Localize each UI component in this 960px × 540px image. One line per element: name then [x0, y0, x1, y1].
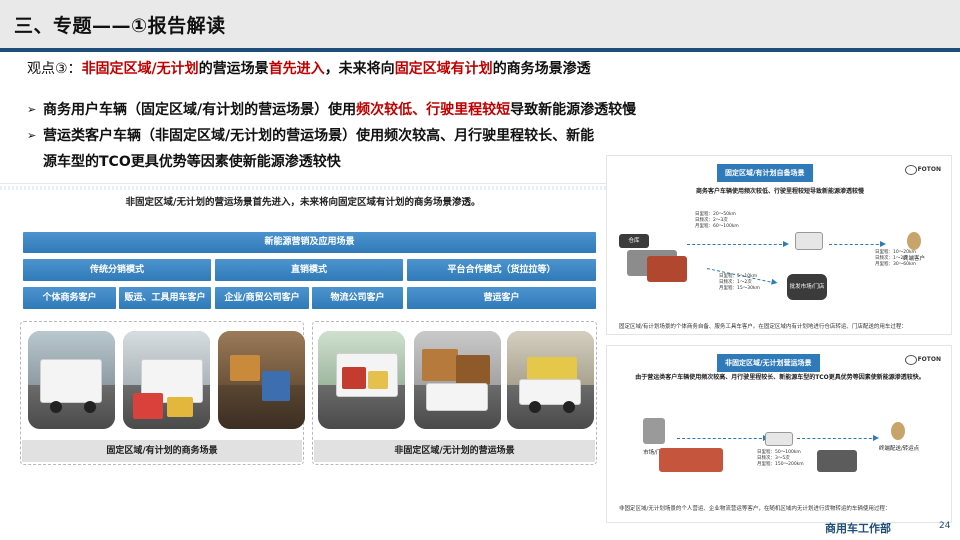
brand-label: FOTON: [917, 166, 941, 173]
bar-platform-cooperation: 平台合作模式（货拉拉等）: [407, 259, 596, 281]
bar-trader-tool-vehicle: 贩运、工具用车客户: [119, 287, 211, 309]
label-fixed-business-scenario: 固定区域/有计划的商务场景: [22, 440, 302, 462]
flow-arrow: [677, 435, 769, 441]
panel-caption: 固定区域/有计划场景的个体商务自备、服务工具车客户。在固定区域内有计划地进行仓店…: [619, 324, 907, 330]
bar-direct-sales: 直销模式: [215, 259, 403, 281]
bar-new-energy-scenarios: 新能源营销及应用场景: [23, 232, 596, 253]
van-icon: [765, 432, 793, 446]
arrow-bullet-icon: ➢: [27, 129, 37, 142]
header-bar: 三、专题——①报告解读: [0, 0, 960, 48]
arrow-bullet-icon: ➢: [27, 103, 37, 116]
page-number: 24: [939, 521, 951, 531]
panel-top-dots: [0, 186, 606, 190]
bar-enterprise-trading: 企业/商贸公司客户: [215, 287, 309, 309]
photo-loaded-van: [318, 331, 405, 429]
node-label: 批发市场/门店: [789, 284, 825, 290]
bar-logistics-company: 物流公司客户: [312, 287, 403, 309]
bar-individual-business: 个体商务客户: [23, 287, 116, 309]
photo-white-van: [28, 331, 115, 429]
bullet-text: 商务用户车辆（固定区域/有计划的营运场景）使用频次较低、行驶里程较短导致新能源渗…: [43, 102, 637, 118]
truck-photo: [659, 448, 723, 472]
bar-operating-customer: 营运客户: [407, 287, 596, 309]
label-nonfixed-operating-scenario: 非固定区域/无计划的营运场景: [314, 440, 595, 462]
viewpoint-highlight-3: 首先进入: [268, 61, 325, 77]
node-label: 终端客户: [902, 256, 925, 262]
foton-logo-icon: [905, 355, 917, 365]
bar-traditional-distribution: 传统分销模式: [23, 259, 211, 281]
panel-tag: 固定区域/有计划自备场景: [717, 164, 813, 182]
viewpoint-highlight-1: 非固定区域/无计划: [81, 61, 199, 77]
route-spec: 日里程：5～10km 日频次：1～2次 月里程：15～30km: [719, 274, 760, 291]
route-spec: 日里程：20～50km 日频次：2～3次 月里程：60～100km: [695, 212, 739, 229]
photo-boxes-load: [414, 331, 501, 429]
van-icon: [795, 232, 823, 250]
bullet-item: ➢ 商务用户车辆（固定区域/有计划的营运场景）使用频次较低、行驶里程较短导致新能…: [27, 97, 947, 123]
viewpoint-line: 观点③：非固定区域/无计划的营运场景首先进入，未来将向固定区域有计划的商务场景渗…: [27, 58, 591, 78]
truck-photo: [817, 450, 857, 472]
diagram-title: 非固定区域/无计划的营运场景首先进入，未来将向固定区域有计划的商务场景渗透。: [125, 197, 481, 208]
flow-arrow: [829, 241, 886, 247]
customer-icon: [891, 422, 905, 440]
customer-icon: [907, 232, 921, 250]
viewpoint-highlight-5: 固定区域有计划: [394, 61, 493, 77]
flow-arrow: [797, 435, 879, 441]
viewpoint-text-4: ，未来将向: [324, 61, 395, 77]
panel-tag: 非固定区域/无计划营运场景: [717, 354, 820, 372]
flow-arrow: [687, 241, 789, 247]
viewpoint-text-6: 的商务场景渗透: [492, 61, 591, 77]
panel-subtitle: 由于营运类客户车辆使用频次较高、月行驶里程较长、新能源车型的TCO更具优势等因素…: [635, 374, 925, 381]
photo-pickup-truck: [507, 331, 594, 429]
route-spec: 日里程：50～100km 日频次：3～5次 月里程：150～200km: [757, 450, 804, 467]
truck-icon: [647, 256, 687, 282]
page-title: 三、专题——①报告解读: [14, 15, 226, 37]
panel-caption: 非固定区域/无计划场景的个人营运、企业物流营运等客户，在随机区域内无计划进行货物…: [619, 506, 891, 512]
viewpoint-text-2: 的营运场景: [198, 61, 269, 77]
viewpoint-label: 观点③：: [27, 61, 82, 77]
footer-department: 商用车工作部: [825, 522, 891, 535]
photo-cargo-worker: [218, 331, 305, 429]
panel-subtitle: 商务客户车辆使用频次较低、行驶里程较短导致新能源渗透较慢: [695, 188, 864, 195]
store-icon: [643, 418, 665, 444]
nonfixed-scenario-panel: 非固定区域/无计划营运场景 FOTON 由于营运类客户车辆使用频次较高、月行驶里…: [606, 345, 952, 523]
photo-goods-truck: [123, 331, 210, 429]
brand-label: FOTON: [917, 356, 941, 363]
foton-logo-icon: [905, 165, 917, 175]
fixed-scenario-panel: 固定区域/有计划自备场景 FOTON 商务客户车辆使用频次较低、行驶里程较短导致…: [606, 155, 952, 335]
header-divider: [0, 48, 960, 52]
node-label: 仓库: [628, 238, 640, 244]
node-label: 终端配送/转运点: [878, 446, 920, 452]
